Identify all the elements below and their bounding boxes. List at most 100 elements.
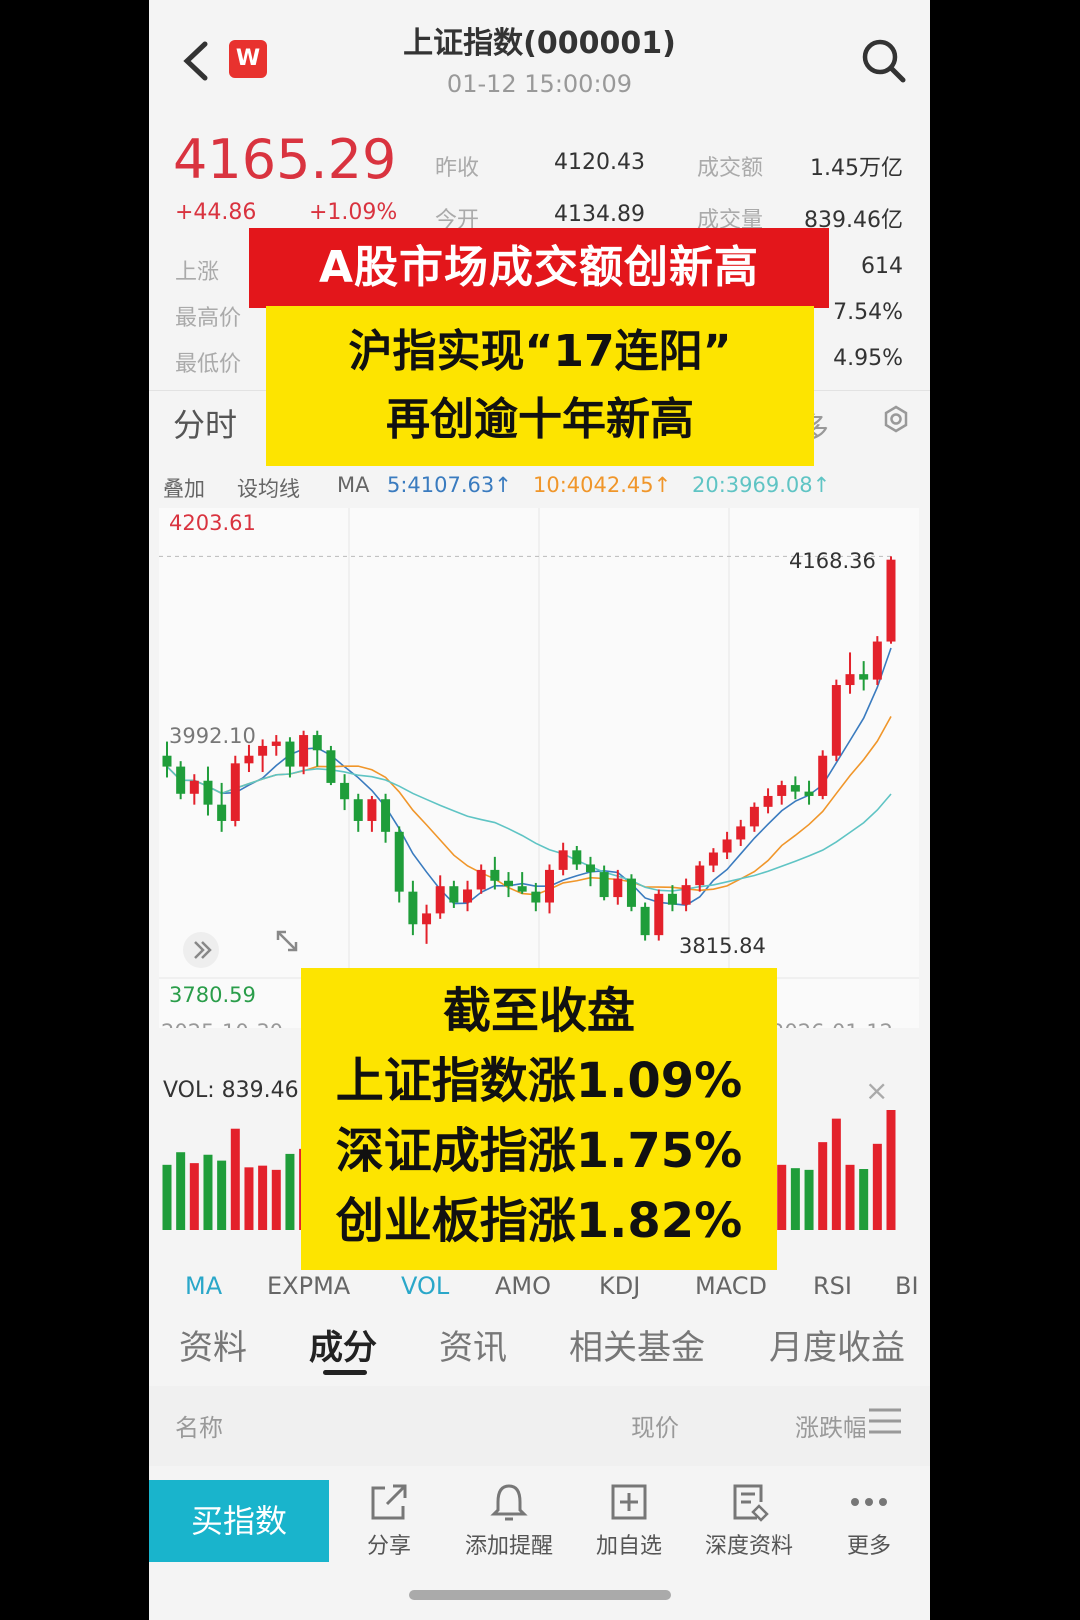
indicator-tab-kdj[interactable]: KDJ bbox=[599, 1272, 640, 1300]
share-label: 分享 bbox=[366, 1534, 411, 1559]
candle-body bbox=[626, 878, 636, 907]
share-button[interactable]: 分享 bbox=[329, 1480, 449, 1560]
candle-body bbox=[203, 780, 213, 805]
tab-fenshi[interactable]: 分时 bbox=[173, 400, 237, 446]
indicator-tab-macd[interactable]: MACD bbox=[695, 1272, 767, 1300]
search-icon[interactable] bbox=[859, 36, 907, 84]
candle-body bbox=[490, 869, 500, 881]
candle-body bbox=[326, 750, 336, 783]
prev-close-value: 4120.43 bbox=[554, 150, 645, 175]
add-square-icon bbox=[611, 1484, 647, 1520]
candle-body bbox=[504, 880, 514, 887]
candle-body bbox=[886, 559, 896, 642]
more-button[interactable]: 更多 bbox=[809, 1480, 929, 1560]
candle-body bbox=[244, 755, 254, 764]
ma5-value: 5:4107.63↑ bbox=[387, 473, 512, 497]
volume-bar bbox=[217, 1160, 227, 1230]
indicator-tab-amo[interactable]: AMO bbox=[495, 1272, 551, 1300]
candle-body bbox=[367, 799, 377, 821]
overlay-button[interactable]: 叠加 bbox=[163, 473, 205, 503]
ma10-value: 10:4042.45↑ bbox=[533, 473, 672, 497]
col-change[interactable]: 涨跌幅 bbox=[795, 1408, 865, 1443]
volume-bar bbox=[162, 1164, 172, 1230]
kline-chart[interactable]: 4203.61 3780.59 2025-10-30 2026-01-12 41… bbox=[159, 508, 919, 1028]
add-alert-label: 添加提醒 bbox=[464, 1534, 553, 1559]
index-price: 4165.29 bbox=[173, 128, 397, 191]
turnover-label: 成交额 bbox=[697, 156, 764, 181]
low-value: 4.95% bbox=[833, 346, 903, 371]
indicator-tab-ma[interactable]: MA bbox=[185, 1272, 222, 1300]
candle-body bbox=[340, 782, 350, 800]
volume-bar bbox=[285, 1153, 295, 1230]
tab-monthly-returns[interactable]: 月度收益 bbox=[769, 1320, 905, 1369]
candle-body bbox=[230, 763, 240, 821]
phone-screen: W 上证指数(000001) 01-12 15:00:09 4165.29 +4… bbox=[149, 0, 930, 1620]
deep-data-button[interactable]: 深度资料 bbox=[689, 1480, 809, 1560]
candle-body bbox=[736, 826, 746, 840]
deep-data-label: 深度资料 bbox=[704, 1534, 793, 1559]
subheadline-line-2: 再创逾十年新高 bbox=[386, 394, 694, 445]
indicator-tab-expma[interactable]: EXPMA bbox=[267, 1272, 350, 1300]
volume-bar bbox=[845, 1164, 855, 1230]
candle-body bbox=[176, 766, 186, 794]
expand-arrows-icon bbox=[183, 932, 219, 968]
candle-body bbox=[763, 795, 773, 807]
candle-body bbox=[654, 893, 664, 936]
close-line-3: 创业板指涨1.82% bbox=[335, 1193, 743, 1249]
settings-icon[interactable] bbox=[882, 405, 910, 433]
subheadline-line-1: 沪指实现“17连阳” bbox=[348, 326, 732, 377]
candle-body bbox=[217, 804, 227, 821]
tab-info[interactable]: 资料 bbox=[179, 1320, 247, 1369]
volume-bar bbox=[189, 1163, 199, 1230]
volume-bar bbox=[176, 1152, 186, 1230]
indicator-tab-bi[interactable]: BI bbox=[895, 1272, 919, 1300]
bell-icon bbox=[490, 1484, 528, 1521]
candle-body bbox=[599, 872, 609, 898]
mid-annotation: 3992.10 bbox=[169, 724, 256, 748]
document-icon bbox=[733, 1484, 769, 1522]
candle-body bbox=[435, 886, 445, 914]
candle-body bbox=[640, 906, 650, 936]
candle-body bbox=[517, 886, 527, 892]
x-end-label: 2026-01-12 bbox=[771, 1020, 893, 1028]
candle-body bbox=[463, 889, 473, 903]
col-name: 名称 bbox=[175, 1414, 223, 1442]
buy-index-button[interactable]: 买指数 bbox=[149, 1480, 329, 1562]
volume-bar bbox=[886, 1110, 896, 1230]
y-bottom-label: 3780.59 bbox=[169, 983, 256, 1007]
candle-body bbox=[572, 850, 582, 865]
turnover-value: 1.45万亿 bbox=[810, 156, 903, 181]
volume-bar bbox=[777, 1164, 787, 1230]
candle-body bbox=[749, 806, 759, 827]
candle-body bbox=[476, 869, 486, 890]
page-title: 上证指数(000001) bbox=[403, 26, 676, 61]
low-annotation: 3815.84 bbox=[679, 934, 766, 958]
col-price[interactable]: 现价 bbox=[631, 1408, 679, 1443]
add-alert-button[interactable]: 添加提醒 bbox=[449, 1480, 569, 1560]
candle-body bbox=[695, 865, 705, 886]
candle-body bbox=[381, 799, 391, 832]
volume-bar bbox=[818, 1142, 828, 1230]
up-label: 上涨 bbox=[175, 260, 220, 285]
volume-bar bbox=[790, 1168, 800, 1230]
volume-bar bbox=[244, 1167, 254, 1230]
candle-body bbox=[531, 891, 541, 903]
close-title: 截至收盘 bbox=[442, 983, 635, 1039]
volume-bar bbox=[859, 1169, 869, 1230]
volume-bar bbox=[258, 1165, 268, 1230]
tab-components[interactable]: 成分 bbox=[309, 1320, 377, 1369]
more-dots-icon bbox=[851, 1498, 887, 1506]
tab-news[interactable]: 资讯 bbox=[439, 1320, 507, 1369]
candle-body bbox=[422, 913, 432, 925]
candle-body bbox=[189, 780, 199, 794]
tab-related-funds[interactable]: 相关基金 bbox=[569, 1320, 705, 1369]
volume-bar bbox=[203, 1154, 213, 1230]
open-value: 4134.89 bbox=[554, 202, 645, 227]
indicator-tab-vol[interactable]: VOL bbox=[401, 1272, 449, 1300]
set-ma-button[interactable]: 设均线 bbox=[237, 473, 300, 503]
indicator-tab-rsi[interactable]: RSI bbox=[813, 1272, 852, 1300]
candle-body bbox=[804, 791, 814, 796]
candle-body bbox=[162, 755, 172, 767]
menu-icon[interactable] bbox=[867, 1406, 903, 1436]
add-watchlist-button[interactable]: 加自选 bbox=[569, 1480, 689, 1560]
